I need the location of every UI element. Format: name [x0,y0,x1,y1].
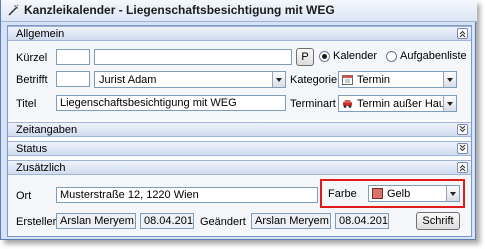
ersteller-label: Ersteller [16,216,57,228]
farbe-select[interactable]: Gelb [368,185,460,202]
betrifft-value: Jurist Adam [99,74,157,86]
expand-icon[interactable] [457,124,468,135]
section-header-zusaetzlich[interactable]: Zusätzlich [8,160,471,175]
terminart-value: Termin außer Haus [357,98,451,110]
terminart-select[interactable]: Termin außer Haus [338,95,457,112]
ort-input[interactable]: Musterstraße 12, 1220 Wien [56,187,318,203]
chevron-down-icon[interactable] [443,72,456,87]
calendar-icon [342,75,353,85]
window-title: Kanzleikalender - Liegenschaftsbesichtig… [24,3,335,17]
kuerzel-input[interactable] [56,49,90,65]
radio-aufgabenliste-label[interactable]: Aufgabenliste [400,50,467,62]
section-header-status[interactable]: Status [8,141,471,156]
section-title-zusaetzlich: Zusätzlich [16,162,66,174]
terminart-label: Terminart [290,98,336,110]
betrifft-label: Betrifft [16,74,48,86]
color-swatch-icon [372,188,383,199]
kategorie-label: Kategorie [290,74,338,86]
farbe-label: Farbe [328,188,357,200]
titel-input[interactable]: Liegenschaftsbesichtigung mit WEG [56,95,286,111]
section-panel-zusaetzlich: Ort Musterstraße 12, 1220 Wien Farbe Gel… [8,175,471,236]
radio-aufgabenliste[interactable] [386,51,397,62]
dialog-window: Kanzleikalender - Liegenschaftsbesichtig… [0,0,477,240]
section-header-zeitangaben[interactable]: Zeitangaben [8,122,471,137]
titel-label: Titel [16,98,37,110]
chevron-down-icon[interactable] [446,186,459,201]
geaendert-name-field: Arslan Meryem [251,213,331,229]
dialog-body: Allgemein Kürzel P Kalender Aufgabenlist… [7,25,472,237]
geaendert-date-field: 08.04.2016 [335,213,389,229]
schrift-button[interactable]: Schrift [416,212,460,230]
betrifft-select[interactable]: Jurist Adam [94,71,286,88]
kuerzel-text-input[interactable] [94,49,292,65]
collapse-icon[interactable] [457,162,468,173]
expand-icon[interactable] [457,143,468,154]
car-icon [343,100,352,108]
radio-kalender[interactable] [319,51,330,62]
kategorie-value: Termin [357,74,391,86]
ersteller-date-field: 08.04.2016 [140,213,194,229]
section-panel-allgemein: Kürzel P Kalender Aufgabenliste Betrifft… [8,41,471,120]
kuerzel-label: Kürzel [16,52,48,64]
section-header-allgemein[interactable]: Allgemein [8,26,471,41]
section-title-zeitangaben: Zeitangaben [16,124,78,136]
chevron-down-icon[interactable] [272,72,285,87]
collapse-icon[interactable] [457,28,468,39]
radio-kalender-label[interactable]: Kalender [333,50,377,62]
section-title-status: Status [16,143,48,155]
section-title-allgemein: Allgemein [16,28,65,40]
farbe-value: Gelb [387,188,411,200]
ersteller-name-field: Arslan Meryem [56,213,136,229]
title-bar: Kanzleikalender - Liegenschaftsbesichtig… [1,0,477,22]
kategorie-select[interactable]: Termin [338,71,457,88]
ort-label: Ort [16,190,32,202]
chevron-down-icon[interactable] [443,96,456,111]
p-button[interactable]: P [296,48,314,66]
wand-icon [8,4,19,16]
geaendert-label: Geändert [200,216,246,228]
betrifft-code-input[interactable] [56,71,90,87]
